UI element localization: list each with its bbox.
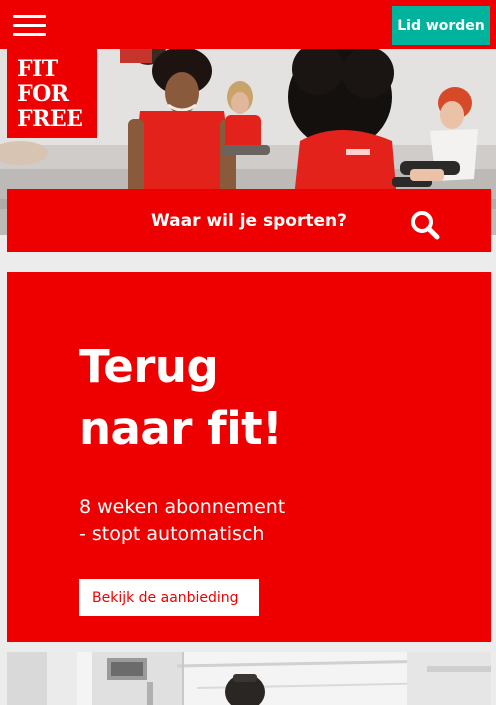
fit-for-free-logo[interactable]: FIT FOR FREE	[7, 49, 97, 138]
promo-banner: Terug naar fit! 8 weken abonnement - sto…	[7, 272, 491, 642]
gym-interior-illustration	[7, 652, 491, 705]
join-button[interactable]: Lid worden	[392, 6, 490, 45]
top-header: Lid worden	[0, 0, 496, 49]
search-label: Waar wil je sporten?	[151, 210, 347, 231]
promo-subtitle-line: 8 weken abonnement	[79, 496, 286, 518]
menu-line	[13, 15, 46, 18]
hamburger-menu-icon[interactable]	[13, 15, 46, 37]
promo-subtitle-line: - stopt automatisch	[79, 523, 265, 545]
search-icon[interactable]	[409, 209, 441, 241]
club-search-bar[interactable]: Waar wil je sporten?	[7, 189, 491, 252]
promo-title-line: naar fit!	[79, 402, 283, 455]
promo-title-line: Terug	[79, 340, 219, 393]
logo-line: FOR	[17, 81, 69, 107]
gym-interior-photo	[7, 652, 491, 705]
promo-title: Terug naar fit!	[79, 336, 283, 460]
logo-line: FREE	[17, 106, 83, 132]
view-offer-button[interactable]: Bekijk de aanbieding	[79, 579, 259, 616]
promo-subtitle: 8 weken abonnement - stopt automatisch	[79, 494, 285, 548]
logo-line: FIT	[17, 56, 58, 82]
menu-line	[13, 24, 46, 27]
menu-line	[13, 33, 46, 36]
